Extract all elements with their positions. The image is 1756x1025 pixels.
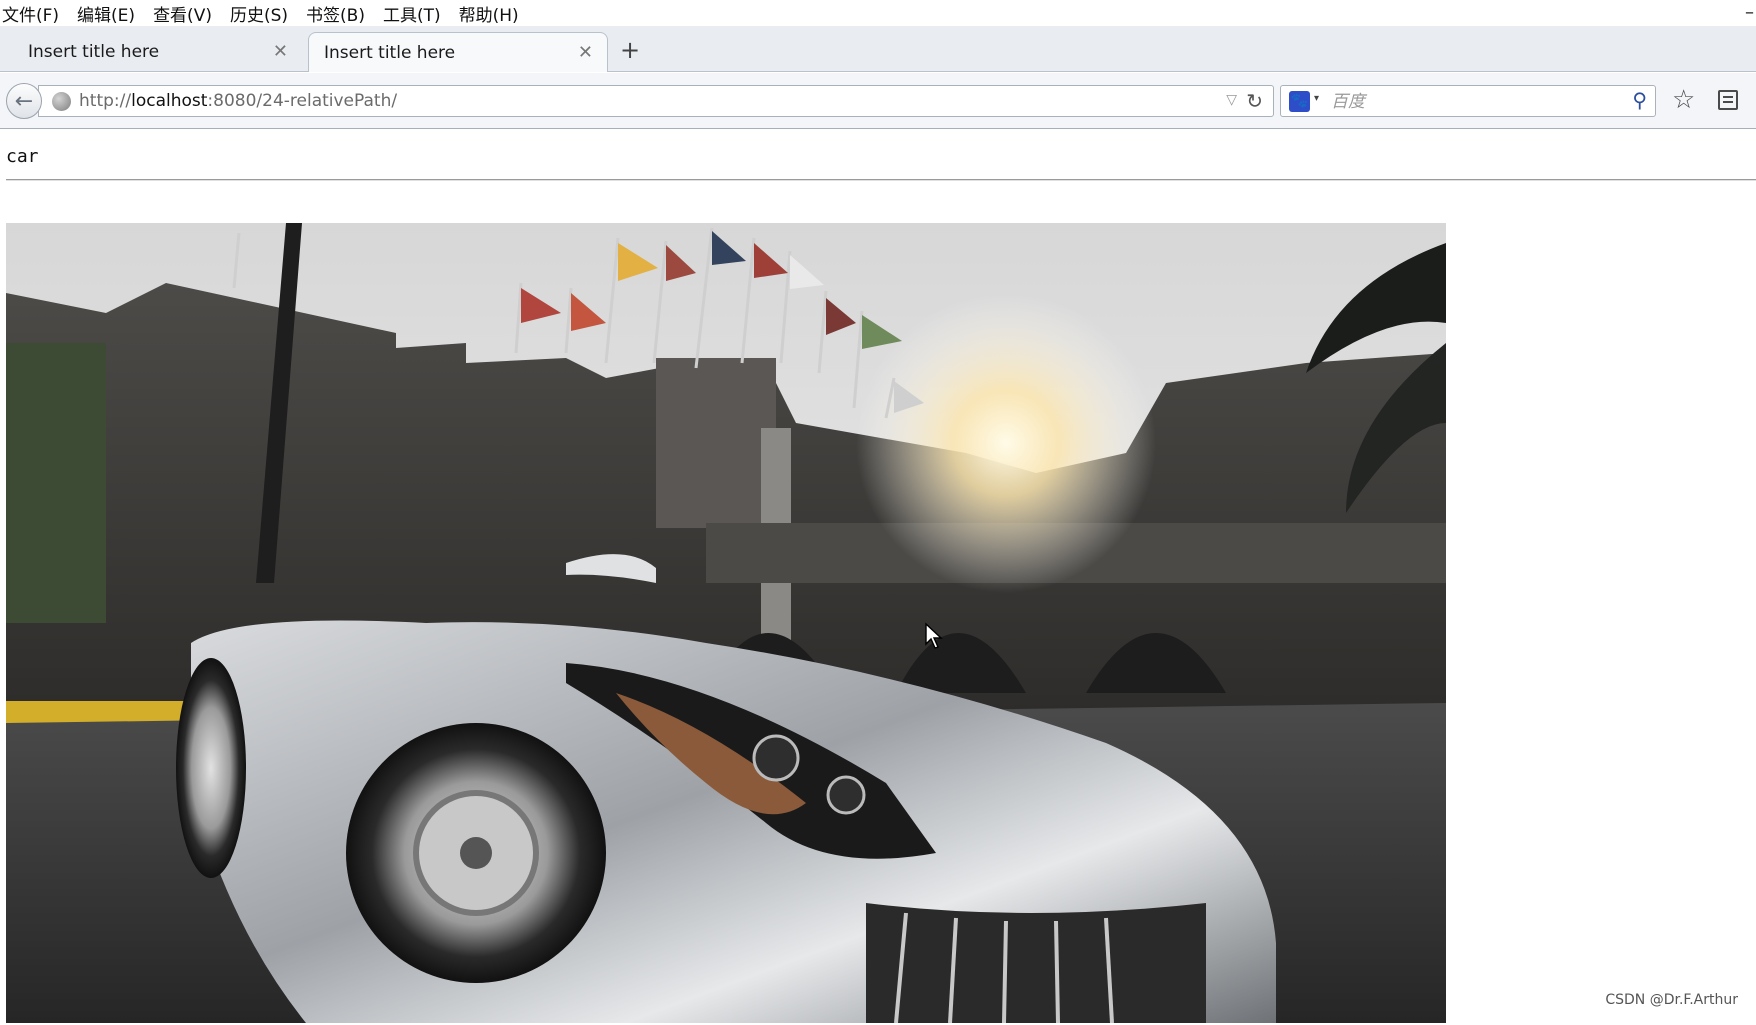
tab-inactive[interactable]: Insert title here ✕ bbox=[0, 32, 302, 72]
horizontal-rule bbox=[6, 179, 1756, 181]
bookmarks-menu-icon[interactable] bbox=[1718, 90, 1738, 110]
chevron-down-icon[interactable]: ▽ bbox=[1226, 92, 1237, 108]
watermark: CSDN @Dr.F.Arthur bbox=[1601, 991, 1742, 1009]
menu-help[interactable]: 帮助(H) bbox=[459, 1, 519, 26]
search-engine-icon[interactable]: 🐾 bbox=[1289, 91, 1310, 112]
window-minimize-button[interactable]: – bbox=[1745, 2, 1754, 23]
tab-title: Insert title here bbox=[28, 42, 160, 62]
nav-bar: http://localhost:8080/24-relativePath/ ▽… bbox=[0, 73, 1756, 129]
tab-title: Insert title here bbox=[324, 42, 456, 63]
menu-history[interactable]: 历史(S) bbox=[230, 1, 288, 26]
menu-view[interactable]: 查看(V) bbox=[153, 1, 212, 26]
chevron-down-icon[interactable]: ▾ bbox=[1314, 93, 1319, 104]
new-tab-button[interactable]: + bbox=[620, 38, 640, 62]
menu-tools[interactable]: 工具(T) bbox=[383, 1, 441, 26]
tab-active[interactable]: Insert title here ✕ bbox=[308, 32, 608, 72]
tab-strip: Insert title here ✕ Insert title here ✕ … bbox=[0, 26, 1756, 72]
menu-edit[interactable]: 编辑(E) bbox=[77, 1, 135, 26]
url-bar[interactable]: http://localhost:8080/24-relativePath/ ▽… bbox=[38, 85, 1274, 117]
search-input[interactable] bbox=[1331, 90, 1601, 114]
search-icon[interactable]: ⚲ bbox=[1632, 88, 1647, 112]
url-path: :8080/24-relativePath/ bbox=[207, 91, 398, 111]
url-host: localhost bbox=[131, 91, 208, 111]
page-content: car CSDN @Dr.F.Arthur bbox=[0, 130, 1756, 1025]
close-icon[interactable]: ✕ bbox=[578, 44, 593, 62]
back-button[interactable]: ← bbox=[6, 83, 42, 119]
menu-file[interactable]: 文件(F) bbox=[2, 1, 59, 26]
arrow-left-icon: ← bbox=[14, 88, 34, 114]
globe-icon bbox=[52, 92, 71, 111]
url-prefix: http:// bbox=[79, 91, 132, 111]
close-icon[interactable]: ✕ bbox=[273, 43, 288, 61]
car-photo-illustration bbox=[6, 223, 1446, 1023]
reload-icon[interactable]: ↻ bbox=[1246, 89, 1263, 113]
car-image bbox=[6, 223, 1446, 1023]
menu-bar: 文件(F) 编辑(E) 查看(V) 历史(S) 书签(B) 工具(T) 帮助(H… bbox=[0, 0, 1756, 26]
url-text[interactable]: http://localhost:8080/24-relativePath/ bbox=[79, 91, 397, 111]
page-heading: car bbox=[6, 146, 39, 167]
menu-bookmarks[interactable]: 书签(B) bbox=[306, 1, 365, 26]
mouse-cursor-icon bbox=[925, 622, 943, 649]
search-bar[interactable]: 🐾 ▾ ⚲ bbox=[1280, 85, 1656, 117]
star-icon[interactable]: ☆ bbox=[1672, 87, 1695, 113]
